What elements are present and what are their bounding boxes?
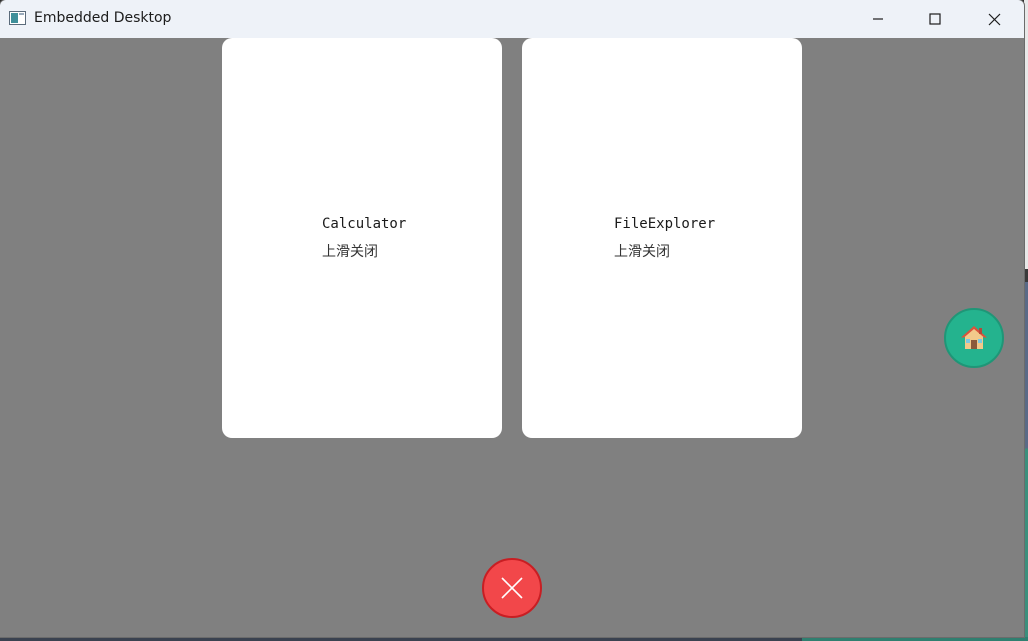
close-all-button[interactable] — [482, 558, 542, 618]
app-card-fileexplorer[interactable]: FileExplorer 上滑关闭 — [522, 38, 802, 438]
window-title: Embedded Desktop — [34, 10, 172, 26]
minimize-icon — [873, 18, 883, 20]
minimize-button[interactable] — [849, 0, 907, 38]
task-switcher-area: Calculator 上滑关闭 FileExplorer 上滑关闭 — [0, 38, 1024, 637]
maximize-button[interactable] — [906, 0, 964, 38]
background-desktop-edge — [1024, 0, 1028, 641]
app-card-calculator[interactable]: Calculator 上滑关闭 — [222, 38, 502, 438]
background-desktop-bottom — [0, 637, 1028, 641]
home-button[interactable] — [944, 308, 1004, 368]
x-icon — [501, 577, 523, 599]
close-icon — [988, 13, 1000, 25]
app-window-icon — [9, 11, 26, 25]
maximize-icon — [929, 13, 941, 25]
app-card-title: Calculator — [322, 216, 407, 232]
swipe-to-close-hint: 上滑关闭 — [614, 244, 670, 260]
title-bar[interactable]: Embedded Desktop — [0, 0, 1024, 39]
app-card-title: FileExplorer — [614, 216, 716, 232]
app-window: Embedded Desktop Calculator 上滑关闭 FileExp… — [0, 0, 1024, 637]
window-close-button[interactable] — [965, 0, 1023, 38]
swipe-to-close-hint: 上滑关闭 — [322, 244, 378, 260]
house-icon — [961, 326, 987, 349]
